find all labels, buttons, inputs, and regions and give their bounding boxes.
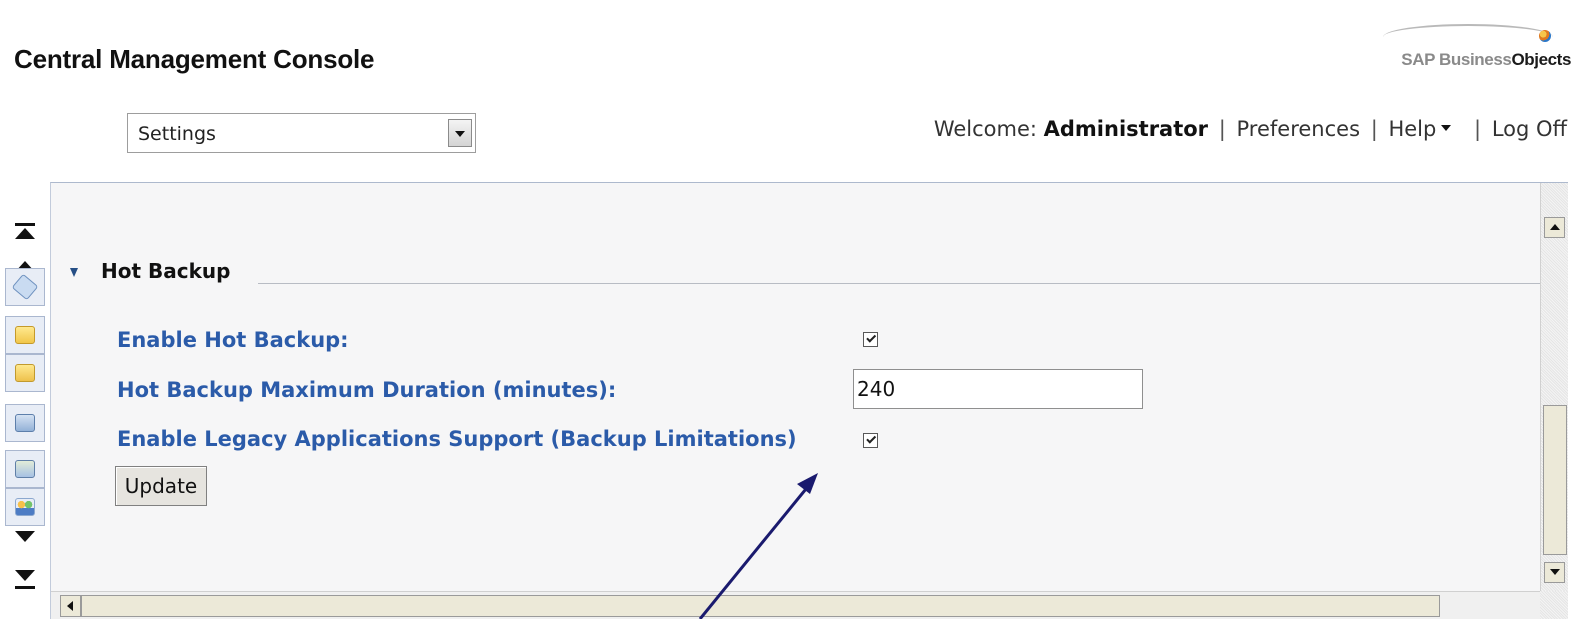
collapse-caret-icon[interactable] — [70, 268, 78, 277]
caret-down-icon — [1441, 125, 1452, 131]
check-icon — [866, 433, 877, 444]
rail-personal-folders-button[interactable] — [5, 404, 45, 442]
scrollbar-corner — [1540, 591, 1568, 619]
enable-hot-backup-label: Enable Hot Backup: — [117, 328, 349, 352]
logoff-link[interactable]: Log Off — [1492, 117, 1567, 141]
scroll-to-bottom-button[interactable] — [14, 568, 36, 590]
favorites-folder-icon — [15, 364, 35, 382]
check-icon — [866, 332, 877, 343]
settings-panel: Hot Backup Enable Hot Backup: Hot Backup… — [50, 182, 1568, 619]
legacy-support-label: Enable Legacy Applications Support (Back… — [117, 427, 797, 451]
separator: | — [1370, 117, 1378, 141]
arrow-down-icon — [1550, 569, 1560, 575]
view-select-value: Settings — [138, 123, 216, 145]
navigation-rail — [0, 182, 50, 619]
logo-text-light: SAP Business — [1401, 50, 1512, 69]
settings-content: Hot Backup Enable Hot Backup: Hot Backup… — [51, 183, 1540, 591]
logo-text: SAP BusinessObjects — [1401, 50, 1571, 70]
rail-inbox-button[interactable] — [5, 450, 45, 488]
bar-icon — [15, 223, 35, 226]
help-label: Help — [1388, 117, 1437, 141]
rail-folders-button[interactable] — [5, 316, 45, 354]
logo-swoosh — [1383, 24, 1553, 50]
arrow-up-icon — [1550, 224, 1560, 230]
scroll-down-arrow[interactable] — [1544, 562, 1565, 583]
scroll-down-button[interactable] — [14, 526, 36, 548]
scroll-left-arrow[interactable] — [60, 595, 81, 617]
update-button[interactable]: Update — [115, 466, 207, 506]
separator: | — [1474, 117, 1482, 141]
welcome-label: Welcome: — [933, 117, 1037, 141]
horizontal-scroll-thumb[interactable] — [81, 595, 1440, 617]
logo-text-bold: Objects — [1511, 50, 1571, 69]
horizontal-scrollbar[interactable] — [51, 591, 1564, 619]
rail-users-button[interactable] — [5, 488, 45, 526]
separator: | — [1218, 117, 1226, 141]
scroll-up-arrow[interactable] — [1544, 217, 1565, 238]
vertical-scrollbar[interactable] — [1540, 183, 1568, 591]
chevron-down-icon[interactable] — [448, 119, 472, 147]
globe-icon — [1539, 30, 1551, 42]
max-duration-label: Hot Backup Maximum Duration (minutes): — [117, 378, 617, 402]
legacy-support-checkbox[interactable] — [863, 433, 878, 448]
help-link[interactable]: Help — [1388, 117, 1452, 141]
sap-businessobjects-logo: SAP BusinessObjects — [1351, 22, 1571, 76]
rail-tags-button[interactable] — [5, 268, 45, 306]
arrow-up-icon — [15, 228, 35, 239]
app-title: Central Management Console — [14, 44, 375, 74]
section-divider — [258, 283, 1540, 284]
rail-favorites-button[interactable] — [5, 354, 45, 392]
section-header[interactable]: Hot Backup — [68, 259, 1540, 287]
preferences-link[interactable]: Preferences — [1237, 117, 1361, 141]
user-name: Administrator — [1043, 117, 1209, 141]
arrow-left-icon — [67, 601, 73, 611]
scroll-to-top-button[interactable] — [14, 222, 36, 244]
arrow-down-icon — [15, 531, 35, 542]
bar-icon — [15, 586, 35, 589]
vertical-scroll-thumb[interactable] — [1543, 405, 1567, 555]
tags-icon — [11, 273, 39, 301]
users-icon — [15, 498, 35, 516]
folders-icon — [15, 414, 35, 432]
max-duration-input[interactable] — [853, 369, 1143, 409]
section-title: Hot Backup — [101, 259, 231, 283]
inbox-icon — [15, 460, 35, 478]
arrow-down-icon — [15, 570, 35, 581]
enable-hot-backup-checkbox[interactable] — [863, 332, 878, 347]
user-links: Welcome: Administrator | Preferences | H… — [934, 117, 1567, 141]
folder-icon — [15, 326, 35, 344]
view-select[interactable]: Settings — [127, 113, 476, 153]
